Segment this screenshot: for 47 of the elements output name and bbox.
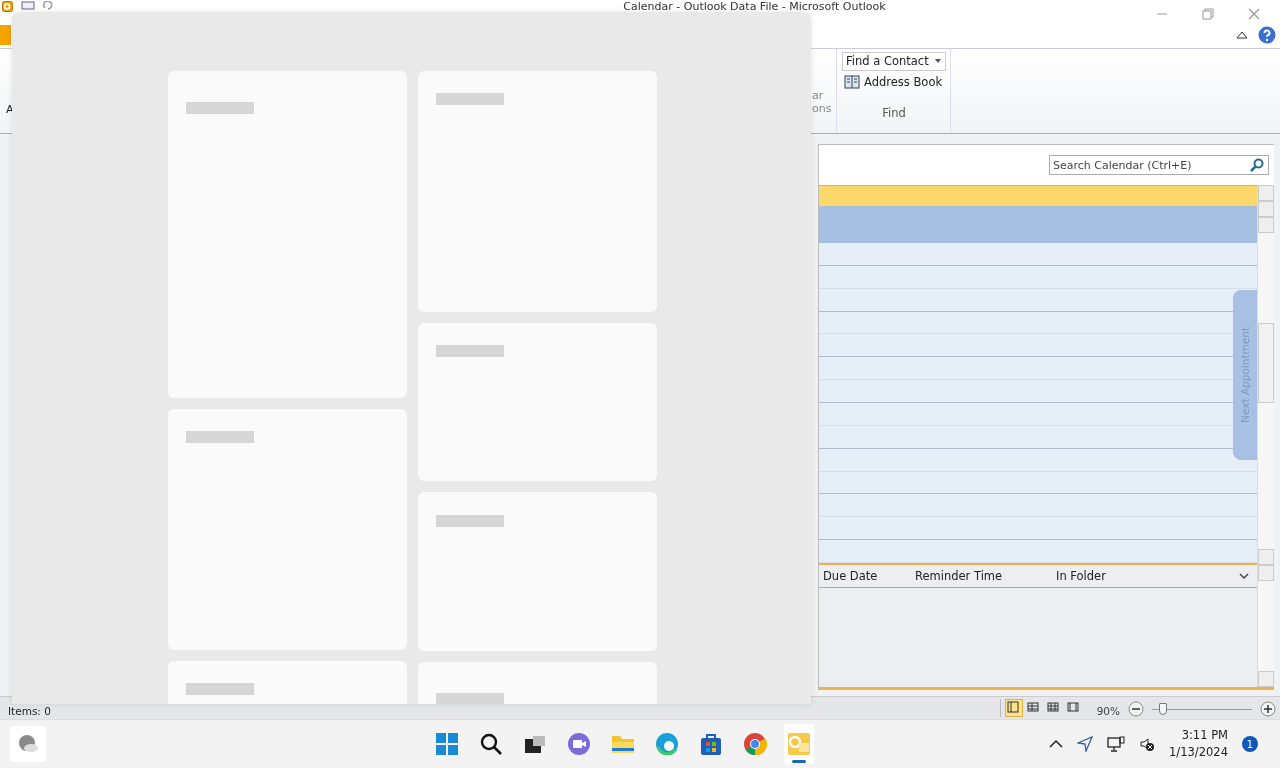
clock-time: 3:11 PM xyxy=(1180,727,1228,744)
window-title: Calendar - Outlook Data File - Microsoft Outlook xyxy=(622,0,887,13)
ribbon-label: ar ons xyxy=(812,49,837,133)
zoom-in-icon[interactable] xyxy=(1260,701,1276,717)
dropdown-arrow-icon xyxy=(934,59,941,63)
help-icon[interactable] xyxy=(1258,26,1276,44)
column-header[interactable]: Reminder Time xyxy=(915,569,1056,583)
clock-date: 1/13/2024 xyxy=(1169,744,1228,761)
muted-speaker-icon[interactable] xyxy=(1139,736,1156,752)
chevron-up-icon[interactable] xyxy=(1049,739,1064,749)
chevron-down-icon[interactable] xyxy=(1239,572,1249,580)
address-book-button[interactable]: Address Book xyxy=(842,75,943,89)
text-placeholder xyxy=(436,345,504,357)
scrollbar[interactable] xyxy=(1257,185,1274,565)
view-button[interactable] xyxy=(1004,699,1023,717)
search-field[interactable]: Search Calendar (Ctrl+E) xyxy=(1049,155,1269,175)
column-header[interactable]: Due Date xyxy=(819,569,915,583)
column-header[interactable]: In Folder xyxy=(1056,569,1239,583)
weather-button[interactable] xyxy=(10,726,46,762)
group-label: Find xyxy=(882,106,906,120)
monitor-icon[interactable] xyxy=(21,1,35,10)
cloud-icon xyxy=(17,733,39,755)
collapse-ribbon-icon[interactable] xyxy=(1236,30,1248,40)
network-icon[interactable] xyxy=(1107,736,1126,752)
text-placeholder xyxy=(436,93,504,105)
zoom-level[interactable]: 90% xyxy=(1086,705,1124,717)
outlook-icon[interactable] xyxy=(2,1,13,12)
slider-thumb[interactable] xyxy=(1159,703,1167,715)
video-chat-icon[interactable] xyxy=(565,731,592,757)
browser-icon[interactable] xyxy=(653,731,680,757)
close-icon[interactable] xyxy=(1248,8,1260,20)
text-placeholder xyxy=(186,431,254,443)
find-contact-dropdown[interactable]: Find a Contact xyxy=(842,52,946,71)
restore-icon[interactable] xyxy=(1202,8,1214,20)
text-placeholder xyxy=(436,515,504,527)
text-placeholder xyxy=(186,102,254,114)
text-placeholder xyxy=(186,683,254,695)
clock[interactable]: 3:11 PM 1/13/2024 xyxy=(1169,727,1228,761)
running-indicator xyxy=(791,760,806,763)
notification-badge[interactable]: 1 xyxy=(1242,736,1258,752)
undo-icon[interactable] xyxy=(43,1,53,10)
zoom-out-icon[interactable] xyxy=(1128,701,1144,717)
item-count: Items: 0 xyxy=(8,705,52,717)
scroll-thumb[interactable] xyxy=(1258,323,1274,403)
browser-icon[interactable] xyxy=(741,731,768,757)
location-icon[interactable] xyxy=(1077,736,1094,752)
book-icon xyxy=(844,75,860,89)
